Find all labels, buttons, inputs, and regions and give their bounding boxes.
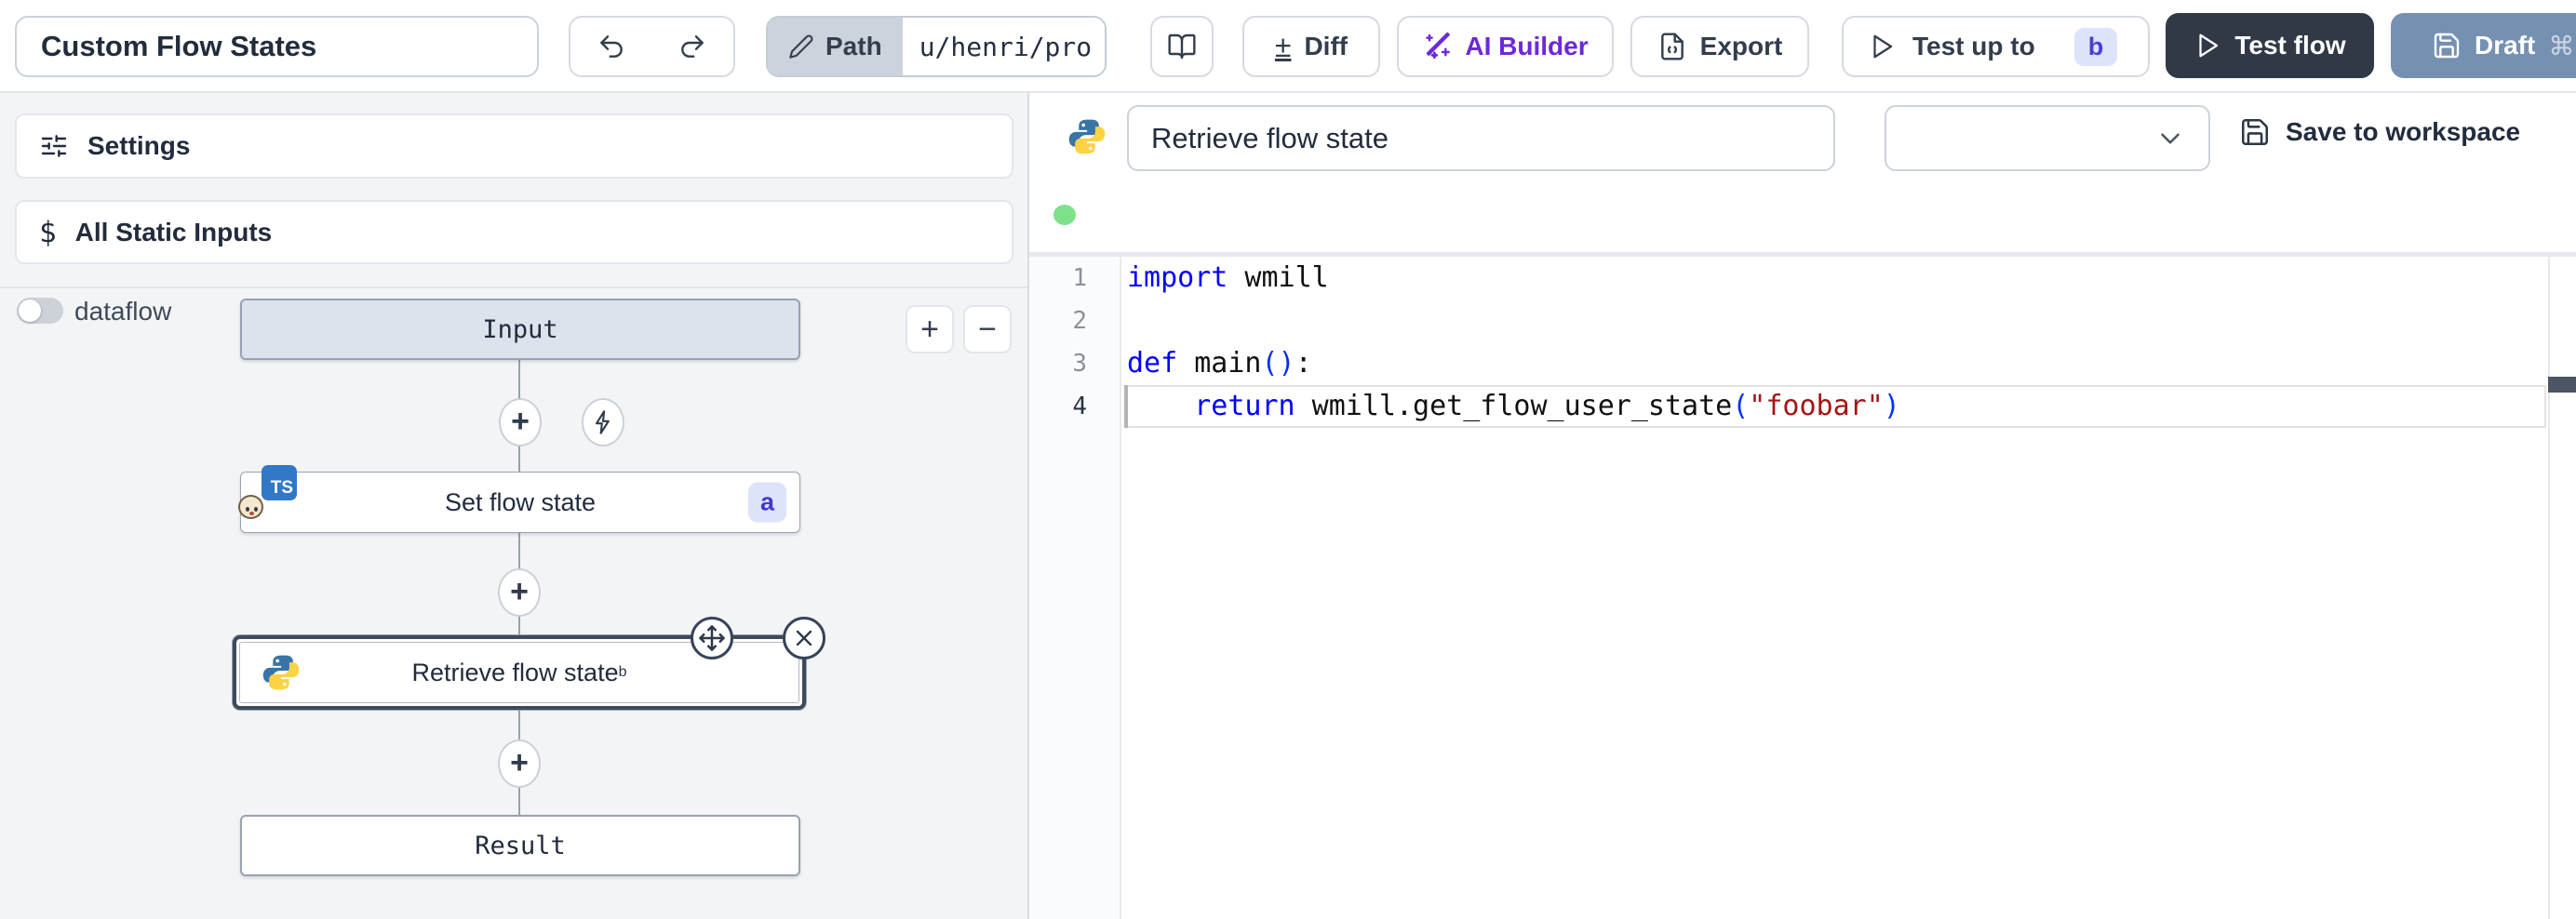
dataflow-label: dataflow	[74, 297, 171, 326]
test-up-to-button[interactable]: Test up to b	[1842, 16, 2150, 77]
ai-builder-button[interactable]: AI Builder	[1397, 16, 1614, 77]
save-to-workspace-button[interactable]: Save to workspace	[2239, 116, 2520, 148]
zoom-out-button[interactable]: −	[963, 305, 1012, 353]
add-step-button-2[interactable]: +	[498, 568, 541, 617]
draft-label: Draft	[2475, 31, 2535, 60]
lint-status-dot	[1053, 205, 1076, 225]
wand-sparkles-icon	[1422, 32, 1452, 61]
flow-graph-panel: Settings $ All Static Inputs dataflow + …	[0, 93, 1027, 919]
settings-label: Settings	[87, 131, 190, 161]
step-a-node[interactable]: TS Set flow state a	[240, 472, 800, 533]
plus-minus-icon: ±	[1275, 30, 1292, 64]
step-editor-panel: Save to workspace $ $ (Pyright Black Ruf…	[1029, 93, 2576, 919]
step-a-label: Set flow state	[445, 488, 596, 517]
flow-settings-button[interactable]: Settings	[15, 113, 1013, 179]
test-flow-label: Test flow	[2234, 31, 2345, 60]
book-open-icon	[1167, 32, 1197, 61]
file-export-icon	[1657, 32, 1687, 61]
version-select[interactable]	[1885, 105, 2210, 171]
step-name-field[interactable]	[1127, 105, 1835, 171]
flow-name-input[interactable]	[41, 30, 513, 63]
step-b-badge: b	[619, 664, 627, 681]
diff-button[interactable]: ± Diff	[1242, 16, 1380, 77]
result-node-label: Result	[475, 832, 566, 860]
pencil-icon	[788, 33, 814, 60]
plus-icon: +	[510, 576, 529, 607]
redo-icon	[678, 32, 707, 61]
line-number: 3	[1029, 342, 1087, 385]
sliders-icon	[39, 131, 69, 161]
path-group: Path u/henri/pro	[766, 16, 1107, 77]
windmill-flow-editor: Path u/henri/pro ± Diff AI Builder Expor…	[0, 0, 2576, 919]
plus-icon: +	[510, 747, 529, 779]
step-b-node-selected[interactable]: Retrieve flow state b	[233, 635, 806, 710]
path-label: Path	[825, 32, 882, 61]
edit-path-button[interactable]: Path	[768, 18, 903, 75]
toggle-knob	[19, 300, 41, 322]
move-step-button[interactable]	[691, 617, 733, 659]
python-icon	[1067, 116, 1107, 157]
undo-button[interactable]	[569, 16, 652, 77]
line-number-active: 4	[1029, 385, 1087, 428]
add-step-button-1[interactable]: +	[499, 398, 542, 446]
draft-shortcut: ⌘S	[2548, 31, 2576, 61]
undo-icon	[597, 32, 626, 61]
result-node[interactable]: Result	[240, 815, 800, 876]
static-inputs-label: All Static Inputs	[75, 218, 273, 247]
python-icon	[261, 652, 302, 693]
top-toolbar: Path u/henri/pro ± Diff AI Builder Expor…	[0, 0, 2576, 93]
editor-scrollbar-track[interactable]	[2548, 257, 2550, 919]
code-editor[interactable]: 1 2 3 4 import wmill def main(): return …	[1029, 257, 2576, 919]
dollar-icon: $	[39, 216, 57, 249]
input-node[interactable]: Input	[240, 299, 800, 360]
step-b-label: Retrieve flow state	[412, 659, 619, 687]
ai-builder-label: AI Builder	[1465, 32, 1588, 61]
test-flow-button[interactable]: Test flow	[2166, 13, 2374, 78]
save-draft-button[interactable]: Draft ⌘S	[2391, 13, 2576, 78]
test-up-to-label: Test up to	[1912, 32, 2035, 61]
redo-button[interactable]	[651, 16, 735, 77]
test-up-to-step-badge: b	[2074, 28, 2118, 66]
code-line-4: return wmill.get_flow_user_state("foobar…	[1127, 385, 1900, 428]
diff-label: Diff	[1304, 32, 1348, 61]
editor-scrollbar-thumb[interactable]	[2548, 377, 2576, 393]
code-line-1: import wmill	[1127, 257, 1329, 300]
plus-icon: +	[511, 406, 530, 437]
step-name-input[interactable]	[1151, 122, 1811, 155]
save-icon	[2239, 116, 2271, 148]
all-static-inputs-button[interactable]: $ All Static Inputs	[15, 200, 1013, 264]
delete-step-button[interactable]	[783, 617, 825, 659]
panel-separator	[0, 286, 1027, 288]
code-line-3: def main():	[1127, 342, 1312, 385]
input-node-label: Input	[482, 315, 557, 344]
flow-name-field[interactable]	[15, 16, 539, 77]
line-number: 2	[1029, 300, 1087, 342]
zoom-in-button[interactable]: +	[906, 305, 954, 353]
step-a-badge: a	[748, 483, 786, 523]
export-button[interactable]: Export	[1630, 16, 1809, 77]
bolt-icon	[590, 409, 616, 435]
add-step-button-3[interactable]: +	[498, 739, 541, 788]
dataflow-toggle[interactable]	[17, 298, 63, 324]
export-label: Export	[1700, 32, 1783, 61]
play-icon	[1868, 33, 1896, 60]
docs-button[interactable]	[1150, 16, 1214, 77]
chevron-down-icon	[2154, 123, 2186, 154]
path-value[interactable]: u/henri/pro	[903, 18, 1107, 75]
trigger-button[interactable]	[582, 398, 624, 446]
line-number: 1	[1029, 257, 1087, 300]
play-icon	[2194, 32, 2221, 60]
save-to-workspace-label: Save to workspace	[2286, 117, 2520, 147]
save-icon	[2432, 31, 2462, 60]
